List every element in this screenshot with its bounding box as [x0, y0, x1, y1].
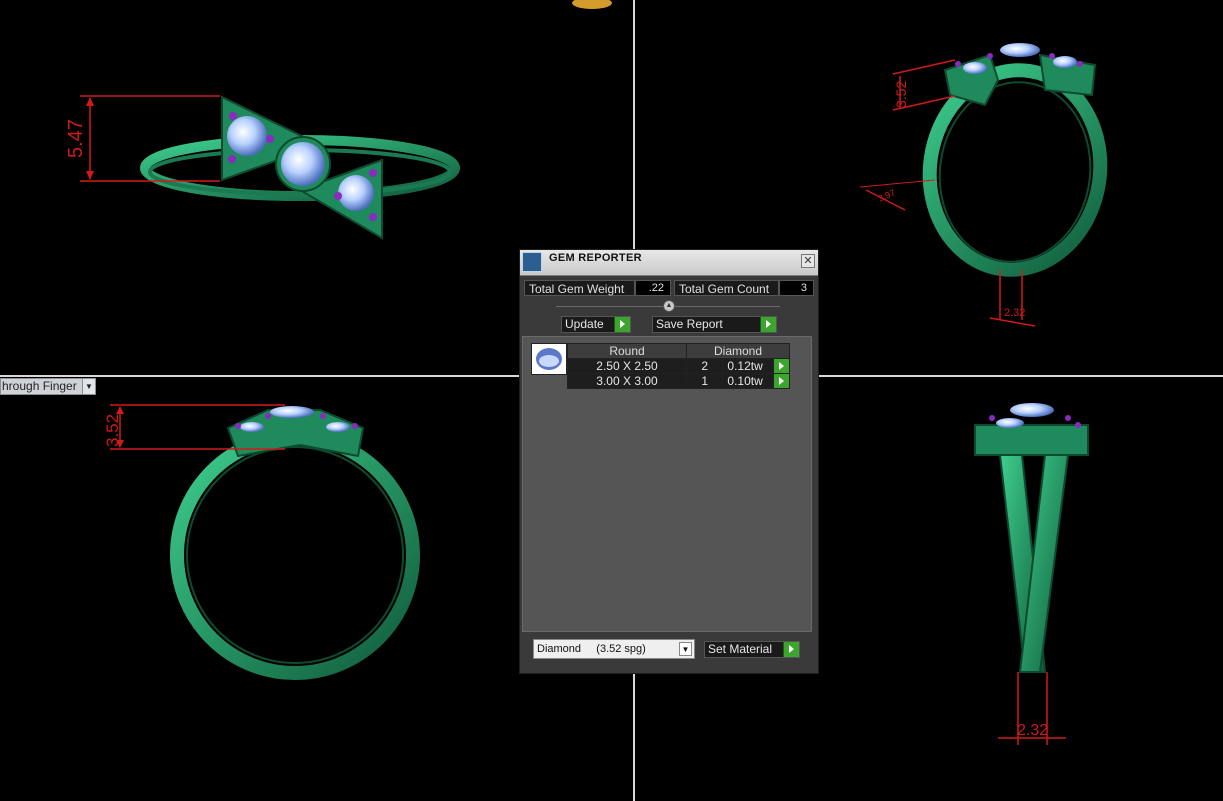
- dimension-top-right-shank: 2.32: [1004, 307, 1025, 319]
- gem-weight: 0.12tw: [722, 358, 775, 374]
- gem-table: Round Diamond 2.50 X 2.50 2 0.12tw 3.00 …: [567, 343, 790, 389]
- panel-title: GEM REPORTER: [549, 252, 642, 264]
- gem-count: 1: [685, 373, 724, 389]
- play-icon: [614, 317, 630, 332]
- total-gem-count-label: Total Gem Count: [674, 280, 779, 296]
- round-gem-thumbnail[interactable]: [531, 343, 567, 375]
- close-button[interactable]: ✕: [801, 254, 815, 268]
- update-button[interactable]: Update: [561, 316, 631, 333]
- dimension-bottom-right-shank: 2.32: [1017, 722, 1048, 739]
- save-report-button[interactable]: Save Report: [652, 316, 777, 333]
- gem-count: 2: [685, 358, 724, 374]
- bottom-left-ring-view: [110, 404, 420, 680]
- gem-reporter-panel: GEM REPORTER ✕ Total Gem Weight .22 Tota…: [519, 249, 819, 674]
- collapse-toggle[interactable]: ▲: [663, 300, 675, 312]
- close-icon: ✕: [803, 255, 813, 267]
- play-icon: [760, 317, 776, 332]
- chevron-down-icon[interactable]: ▼: [679, 642, 692, 656]
- column-header-material: Diamond: [686, 343, 790, 359]
- title-bar[interactable]: GEM REPORTER ✕: [520, 250, 818, 276]
- top-marker: [572, 0, 612, 9]
- top-left-ring-view: [80, 95, 460, 240]
- gem-size: 3.00 X 3.00: [567, 373, 687, 389]
- dimension-top-left: 5.47: [65, 119, 87, 158]
- table-header-row: Round Diamond: [567, 343, 790, 359]
- total-gem-count-value: 3: [779, 280, 814, 296]
- dimension-bottom-left: 3.52: [103, 414, 122, 447]
- bottom-right-ring-view: [974, 403, 1089, 745]
- gem-list[interactable]: Round Diamond 2.50 X 2.50 2 0.12tw 3.00 …: [522, 336, 812, 632]
- gem-weight: 0.10tw: [722, 373, 775, 389]
- row-play-icon[interactable]: [773, 358, 790, 374]
- row-play-icon[interactable]: [773, 373, 790, 389]
- play-icon: [783, 642, 799, 657]
- table-row[interactable]: 2.50 X 2.50 2 0.12tw: [567, 358, 790, 374]
- view-mode-dropdown[interactable]: hrough Finger ▼: [0, 378, 96, 395]
- material-select[interactable]: Diamond (3.52 spg) ▼: [533, 639, 695, 659]
- set-material-button[interactable]: Set Material: [704, 641, 800, 658]
- round-gem-icon: [536, 348, 562, 370]
- chevron-down-icon[interactable]: ▼: [82, 379, 95, 394]
- update-label: Update: [565, 317, 604, 331]
- dimension-top-right-height: 3.52: [893, 81, 909, 108]
- gem-size: 2.50 X 2.50: [567, 358, 687, 374]
- save-report-label: Save Report: [656, 317, 723, 331]
- set-material-label: Set Material: [708, 642, 773, 656]
- material-select-value: Diamond (3.52 spg): [537, 643, 646, 655]
- gem-reporter-app-icon: [522, 252, 542, 272]
- total-gem-weight-label: Total Gem Weight: [524, 280, 635, 296]
- column-header-shape: Round: [567, 343, 687, 359]
- table-row[interactable]: 3.00 X 3.00 1 0.10tw: [567, 373, 790, 389]
- view-mode-value: hrough Finger: [2, 379, 77, 393]
- total-gem-weight-value: .22: [635, 280, 671, 296]
